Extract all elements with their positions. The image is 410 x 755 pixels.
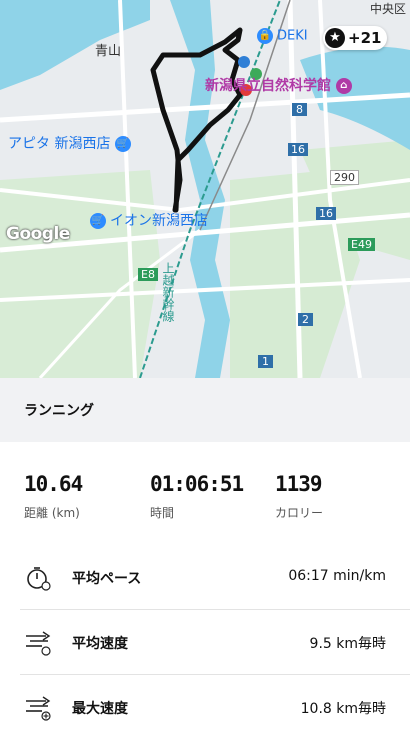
metric-value-avg-pace: 06:17 min/km: [288, 568, 386, 584]
map-label-dek[interactable]: 🔒 DEKI: [257, 28, 308, 44]
shopping-cart-icon: 🛒: [114, 136, 131, 152]
map-label-museum-text: 新潟県立自然科学館: [205, 78, 331, 94]
max-speed-icon: [26, 696, 51, 721]
stat-duration-value: 01:06:51: [150, 472, 244, 496]
metric-label-max-speed: 最大速度: [72, 701, 128, 717]
map-label-museum[interactable]: 新潟県立自然科学館 ⌂: [205, 75, 356, 95]
road-number-8: 8: [292, 103, 307, 116]
stat-calories-label: カロリー: [275, 506, 324, 520]
google-logo: Google: [6, 224, 70, 244]
star-icon: ★: [325, 28, 345, 48]
map-canvas: [0, 0, 410, 378]
stopwatch-icon: [27, 567, 51, 591]
map-label-shinkansen: 上越新幹線: [161, 262, 175, 322]
map-label-aeon[interactable]: 🛒 イオン新潟西店: [90, 210, 208, 230]
stat-calories-value: 1139: [275, 472, 323, 496]
metric-label-avg-pace: 平均ペース: [72, 571, 142, 587]
stat-distance-value: 10.64: [24, 472, 83, 496]
badge-count: +21: [348, 29, 382, 47]
map-label-aoyama: 青山: [95, 44, 122, 59]
average-speed-icon: [26, 631, 51, 656]
summary-stats: 10.64 距離 (km) 01:06:51 時間 1139 カロリー: [0, 442, 410, 542]
metric-row-avg-pace[interactable]: 平均ペース 06:17 min/km: [0, 545, 410, 609]
stat-distance: 10.64 距離 (km): [24, 472, 83, 521]
metric-value-avg-speed: 9.5 km毎時: [309, 636, 386, 652]
road-number-16b: 16: [316, 207, 336, 220]
shopping-pin-icon: 🔒: [257, 28, 273, 44]
road-number-290: 290: [330, 170, 359, 185]
metric-row-max-speed[interactable]: 最大速度 10.8 km毎時: [0, 675, 410, 739]
achievement-badge[interactable]: ★ +21: [323, 26, 388, 50]
metric-value-max-speed: 10.8 km毎時: [300, 701, 386, 717]
stat-calories: 1139 カロリー: [275, 472, 323, 521]
map-label-aeon-text: イオン新潟西店: [110, 213, 208, 229]
map-label-apita[interactable]: アピタ 新潟西店 🛒: [8, 133, 135, 153]
stat-duration-label: 時間: [150, 506, 175, 520]
map-label-dek-text: DEKI: [277, 28, 308, 44]
road-number-e8: E8: [138, 268, 158, 281]
map-label-apita-text: アピタ 新潟西店: [8, 136, 111, 152]
stat-duration: 01:06:51 時間: [150, 472, 244, 521]
road-number-16a: 16: [288, 143, 308, 156]
road-number-e49: E49: [348, 238, 375, 251]
shopping-cart-icon: 🛒: [90, 213, 106, 229]
activity-type-label: ランニング: [24, 403, 94, 419]
metric-label-avg-speed: 平均速度: [72, 636, 128, 652]
route-map[interactable]: 青山 🔒 DEKI 新潟県立自然科学館 ⌂ アピタ 新潟西店 🛒 🛒 イオン新潟西店…: [0, 0, 410, 378]
museum-icon: ⌂: [335, 78, 352, 94]
map-label-top-right: 中央区: [370, 2, 407, 16]
road-number-2: 2: [298, 313, 313, 326]
metric-row-avg-speed[interactable]: 平均速度 9.5 km毎時: [0, 610, 410, 674]
activity-type-header: ランニング: [0, 378, 410, 442]
road-number-1: 1: [258, 355, 273, 368]
stat-distance-label: 距離 (km): [24, 506, 80, 520]
